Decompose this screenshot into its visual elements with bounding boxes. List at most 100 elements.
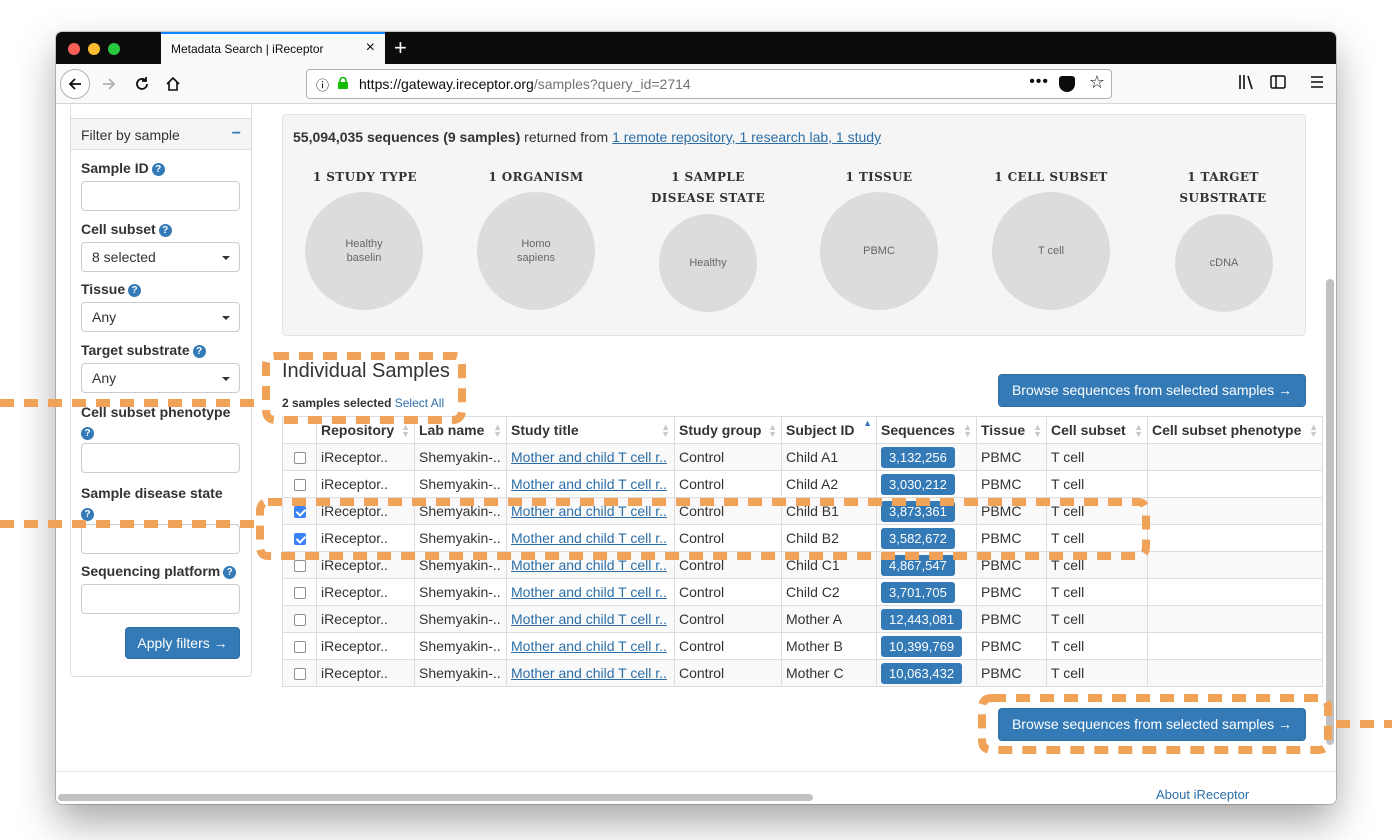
sequences-badge[interactable]: 10,399,769 [881, 635, 963, 657]
study-title-link[interactable]: Mother and child T cell r.. [511, 665, 667, 681]
minimize-window-button[interactable] [88, 43, 100, 55]
study-title-link[interactable]: Mother and child T cell r.. [511, 503, 667, 519]
table-row[interactable]: iReceptor.. Shemyakin-.. Mother and child … [282, 578, 1323, 606]
sequences-cell: 3,873,361 [876, 497, 977, 525]
url-bar[interactable]: ⓘ https://gateway.ireceptor.org/samples?… [306, 69, 1112, 99]
new-tab-button[interactable]: + [394, 35, 407, 61]
close-window-button[interactable] [68, 43, 80, 55]
zoom-window-button[interactable] [108, 43, 120, 55]
column-header[interactable]: Sequences ▲ ▼ [876, 416, 977, 444]
sample-disease-state-input[interactable] [81, 524, 240, 554]
collapse-icon[interactable]: − [232, 125, 241, 143]
study-title-link[interactable]: Mother and child T cell r.. [511, 476, 667, 492]
library-icon[interactable] [1238, 73, 1256, 91]
tab-strip: Metadata Search | iReceptor × + [56, 32, 1336, 64]
sequences-badge[interactable]: 12,443,081 [881, 608, 963, 630]
cell-subset-phenotype-cell [1147, 605, 1323, 633]
sequences-badge[interactable]: 3,030,212 [881, 473, 955, 495]
table-row[interactable]: iReceptor.. Shemyakin-.. Mother and child … [282, 470, 1323, 498]
column-header[interactable]: Study title ▲ ▼ [506, 416, 675, 444]
page-actions-icon[interactable]: ••• [1029, 73, 1049, 91]
study-title-link[interactable]: Mother and child T cell r.. [511, 611, 667, 627]
study-title-cell: Mother and child T cell r.. [506, 632, 675, 660]
table-row[interactable]: iReceptor.. Shemyakin-.. Mother and child … [282, 605, 1323, 633]
browse-sequences-button-bottom[interactable]: Browse sequences from selected samples → [998, 708, 1306, 741]
column-header[interactable]: Repository ▲ ▼ [316, 416, 415, 444]
help-icon[interactable]: ? [151, 163, 165, 176]
back-button[interactable] [60, 69, 90, 99]
table-row[interactable]: iReceptor.. Shemyakin-.. Mother and child … [282, 551, 1323, 579]
study-title-link[interactable]: Mother and child T cell r.. [511, 449, 667, 465]
table-row[interactable]: iReceptor.. Shemyakin-.. Mother and child … [282, 524, 1323, 552]
menu-icon[interactable] [1308, 73, 1326, 91]
sequences-badge[interactable]: 3,132,256 [881, 446, 955, 468]
column-header[interactable]: Cell subset phenotype ▲ ▼ [1147, 416, 1323, 444]
help-icon[interactable]: ? [81, 427, 94, 440]
row-checkbox[interactable] [293, 560, 306, 573]
target-substrate-select[interactable]: Any [81, 363, 240, 393]
help-icon[interactable]: ? [128, 284, 142, 297]
sequencing-platform-label: Sequencing platform? [81, 563, 237, 579]
sort-icon: ▲ ▼ [1309, 422, 1318, 439]
filter-by-sample-header[interactable]: Filter by sample − [71, 118, 251, 150]
sequences-badge[interactable]: 3,873,361 [881, 500, 955, 522]
row-checkbox[interactable] [293, 668, 306, 681]
column-header[interactable]: Study group ▲ ▼ [674, 416, 782, 444]
tissue-select[interactable]: Any [81, 302, 240, 332]
row-checkbox[interactable] [293, 641, 306, 654]
study-title-link[interactable]: Mother and child T cell r.. [511, 557, 667, 573]
cell-subset-phenotype-input[interactable] [81, 443, 240, 473]
table-row[interactable]: iReceptor.. Shemyakin-.. Mother and child … [282, 632, 1323, 660]
column-header[interactable]: Subject ID ▲ [781, 416, 877, 444]
bookmark-star-icon[interactable]: ☆ [1089, 72, 1105, 93]
samples-table: Repository ▲ ▼ Lab name ▲ ▼ Study title ▲ ▼ St… [282, 416, 1323, 687]
sequencing-platform-input[interactable] [81, 584, 240, 614]
sequences-badge[interactable]: 3,701,705 [881, 581, 955, 603]
pocket-icon[interactable] [1059, 76, 1075, 92]
sources-link[interactable]: 1 remote repository, 1 research lab, 1 s… [612, 129, 881, 145]
help-icon[interactable]: ? [192, 345, 206, 358]
table-row[interactable]: iReceptor.. Shemyakin-.. Mother and child … [282, 443, 1323, 471]
row-checkbox[interactable] [293, 506, 306, 519]
row-checkbox[interactable] [293, 587, 306, 600]
home-button[interactable] [160, 71, 186, 97]
sidebar-toggle-icon[interactable] [1269, 73, 1287, 91]
sample-id-input[interactable] [81, 181, 240, 211]
cell-subset-cell: T cell [1046, 551, 1148, 579]
study-group-cell: Control [674, 659, 782, 687]
row-checkbox[interactable] [293, 479, 306, 492]
study-title-cell: Mother and child T cell r.. [506, 605, 675, 633]
reload-button[interactable] [129, 71, 155, 97]
selection-status: 2 samples selected Select All [282, 396, 444, 410]
sequences-badge[interactable]: 10,063,432 [881, 662, 963, 684]
browse-sequences-button[interactable]: Browse sequences from selected samples → [998, 374, 1306, 407]
select-all-link[interactable]: Select All [395, 396, 444, 410]
footer-link[interactable]: About iReceptor [1156, 787, 1249, 802]
horizontal-scrollbar[interactable] [58, 794, 813, 801]
sequences-badge[interactable]: 3,582,672 [881, 527, 955, 549]
study-title-link[interactable]: Mother and child T cell r.. [511, 638, 667, 654]
select-column-header [282, 416, 317, 444]
row-checkbox[interactable] [293, 533, 306, 546]
column-header[interactable]: Tissue ▲ ▼ [976, 416, 1047, 444]
help-icon[interactable]: ? [81, 508, 94, 521]
help-icon[interactable]: ? [158, 224, 172, 237]
study-title-link[interactable]: Mother and child T cell r.. [511, 584, 667, 600]
forward-button[interactable] [96, 71, 122, 97]
column-header[interactable]: Cell subset ▲ ▼ [1046, 416, 1148, 444]
table-row[interactable]: iReceptor.. Shemyakin-.. Mother and child … [282, 497, 1323, 525]
sequences-badge[interactable]: 4,867,547 [881, 554, 955, 576]
cell-subset-select[interactable]: 8 selected [81, 242, 240, 272]
url-text[interactable]: https://gateway.ireceptor.org/samples?qu… [359, 76, 691, 92]
info-icon[interactable]: ⓘ [316, 75, 329, 94]
column-header[interactable]: Lab name ▲ ▼ [414, 416, 507, 444]
row-checkbox[interactable] [293, 452, 306, 465]
apply-filters-button[interactable]: Apply filters → [125, 627, 240, 659]
help-icon[interactable]: ? [223, 566, 237, 579]
vertical-scrollbar[interactable] [1326, 279, 1334, 745]
browser-tab[interactable]: Metadata Search | iReceptor × [161, 32, 385, 64]
table-row[interactable]: iReceptor.. Shemyakin-.. Mother and child … [282, 659, 1323, 687]
study-title-link[interactable]: Mother and child T cell r.. [511, 530, 667, 546]
tab-close-icon[interactable]: × [366, 39, 375, 57]
row-checkbox[interactable] [293, 614, 306, 627]
